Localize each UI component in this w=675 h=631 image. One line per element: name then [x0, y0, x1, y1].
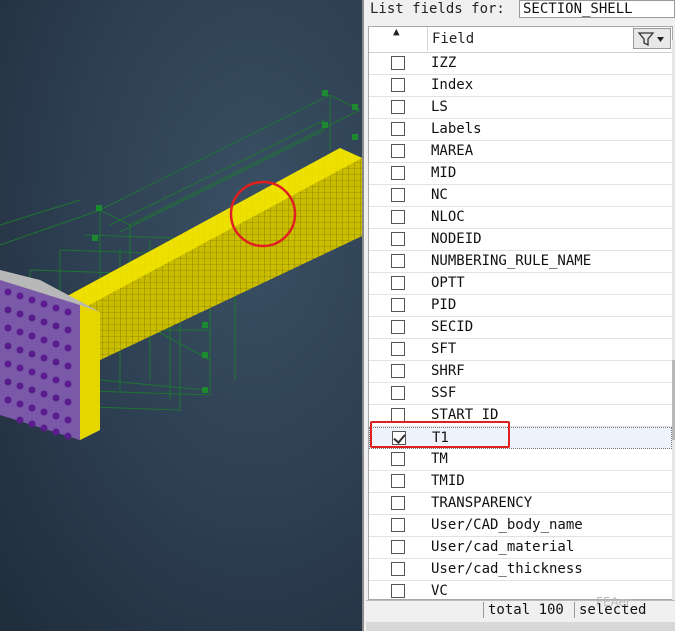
field-label: TMID	[431, 473, 465, 489]
list-item[interactable]: NODEID	[369, 229, 672, 251]
field-rows: IZZ Index LS Labels MAREA MID NC NLOC NODEID NUMB…	[369, 53, 672, 599]
field-label: Labels	[431, 121, 482, 137]
model-render	[0, 90, 362, 440]
field-checkbox[interactable]	[391, 122, 405, 136]
field-checkbox[interactable]	[391, 364, 405, 378]
list-item[interactable]: T1	[369, 427, 672, 449]
watermark: FEAer	[596, 595, 631, 609]
field-checkbox[interactable]	[392, 431, 406, 445]
list-item[interactable]: IZZ	[369, 53, 672, 75]
field-label: T1	[432, 430, 449, 446]
list-item[interactable]: START_ID	[369, 405, 672, 427]
field-label: IZZ	[431, 55, 457, 71]
list-item[interactable]: MAREA	[369, 141, 672, 163]
field-label: OPTT	[431, 275, 465, 291]
field-checkbox[interactable]	[391, 408, 405, 422]
field-checkbox[interactable]	[391, 166, 405, 180]
field-label: Index	[431, 77, 474, 93]
list-fields-label: List fields for:	[370, 1, 505, 17]
entity-type-field[interactable]: SECTION_SHELL	[519, 0, 675, 18]
field-label: NC	[431, 187, 448, 203]
list-item[interactable]: Index	[369, 75, 672, 97]
3d-viewport[interactable]	[0, 0, 362, 631]
field-checkbox[interactable]	[391, 188, 405, 202]
list-item[interactable]: TRANSPARENCY	[369, 493, 672, 515]
field-label: NODEID	[431, 231, 482, 247]
list-item[interactable]: User/CAD_body_name	[369, 515, 672, 537]
field-checkbox[interactable]	[391, 232, 405, 246]
list-item[interactable]: LS	[369, 97, 672, 119]
field-label: SHRF	[431, 363, 465, 379]
list-item[interactable]: User/cad_thickness	[369, 559, 672, 581]
field-column-header[interactable]: Field	[432, 31, 474, 47]
list-item[interactable]: MID	[369, 163, 672, 185]
field-label: MAREA	[431, 143, 474, 159]
field-checkbox[interactable]	[391, 474, 405, 488]
field-checkbox[interactable]	[391, 298, 405, 312]
field-checkbox[interactable]	[391, 496, 405, 510]
field-label: START_ID	[431, 407, 499, 423]
list-item[interactable]: OPTT	[369, 273, 672, 295]
field-checkbox[interactable]	[391, 452, 405, 466]
field-label: MID	[431, 165, 457, 181]
list-item[interactable]: PID	[369, 295, 672, 317]
field-checkbox[interactable]	[391, 540, 405, 554]
filter-icon	[637, 32, 664, 47]
fields-table: ▲ Field IZZ Index LS Labels MAREA MID NC NLOC NO…	[368, 26, 673, 600]
field-checkbox[interactable]	[391, 342, 405, 356]
field-checkbox[interactable]	[391, 518, 405, 532]
list-item[interactable]: Labels	[369, 119, 672, 141]
field-label: SSF	[431, 385, 457, 401]
field-checkbox[interactable]	[391, 562, 405, 576]
field-checkbox[interactable]	[391, 276, 405, 290]
list-item[interactable]: NUMBERING_RULE_NAME	[369, 251, 672, 273]
field-label: User/cad_material	[431, 539, 575, 555]
field-checkbox[interactable]	[391, 78, 405, 92]
field-label: TRANSPARENCY	[431, 495, 533, 511]
list-item[interactable]: SSF	[369, 383, 672, 405]
field-label: NUMBERING_RULE_NAME	[431, 253, 592, 269]
list-item[interactable]: NLOC	[369, 207, 672, 229]
field-label: SFT	[431, 341, 457, 357]
sort-up-icon: ▲	[393, 26, 400, 38]
field-checkbox[interactable]	[391, 386, 405, 400]
field-checkbox[interactable]	[391, 144, 405, 158]
list-item[interactable]: SFT	[369, 339, 672, 361]
field-label: TM	[431, 451, 448, 467]
table-header: ▲ Field	[369, 27, 672, 53]
field-label: VC	[431, 583, 448, 599]
field-label: SECID	[431, 319, 474, 335]
sort-column-header[interactable]: ▲	[371, 27, 428, 51]
filter-button[interactable]	[633, 28, 671, 49]
field-checkbox[interactable]	[391, 320, 405, 334]
field-label: NLOC	[431, 209, 465, 225]
field-label: LS	[431, 99, 448, 115]
field-checkbox[interactable]	[391, 254, 405, 268]
field-label: User/CAD_body_name	[431, 517, 583, 533]
field-label: User/cad_thickness	[431, 561, 583, 577]
list-item[interactable]: NC	[369, 185, 672, 207]
list-item[interactable]: TMID	[369, 471, 672, 493]
list-item[interactable]: User/cad_material	[369, 537, 672, 559]
bottom-strip	[366, 622, 675, 631]
field-checkbox[interactable]	[391, 56, 405, 70]
list-item[interactable]: SECID	[369, 317, 672, 339]
total-count: total 100	[483, 602, 564, 618]
field-checkbox[interactable]	[391, 210, 405, 224]
list-item[interactable]: SHRF	[369, 361, 672, 383]
field-checkbox[interactable]	[391, 584, 405, 598]
field-label: PID	[431, 297, 457, 313]
field-list-panel: List fields for: SECTION_SHELL ▲ Field I…	[362, 0, 675, 631]
field-checkbox[interactable]	[391, 100, 405, 114]
list-item[interactable]: TM	[369, 449, 672, 471]
